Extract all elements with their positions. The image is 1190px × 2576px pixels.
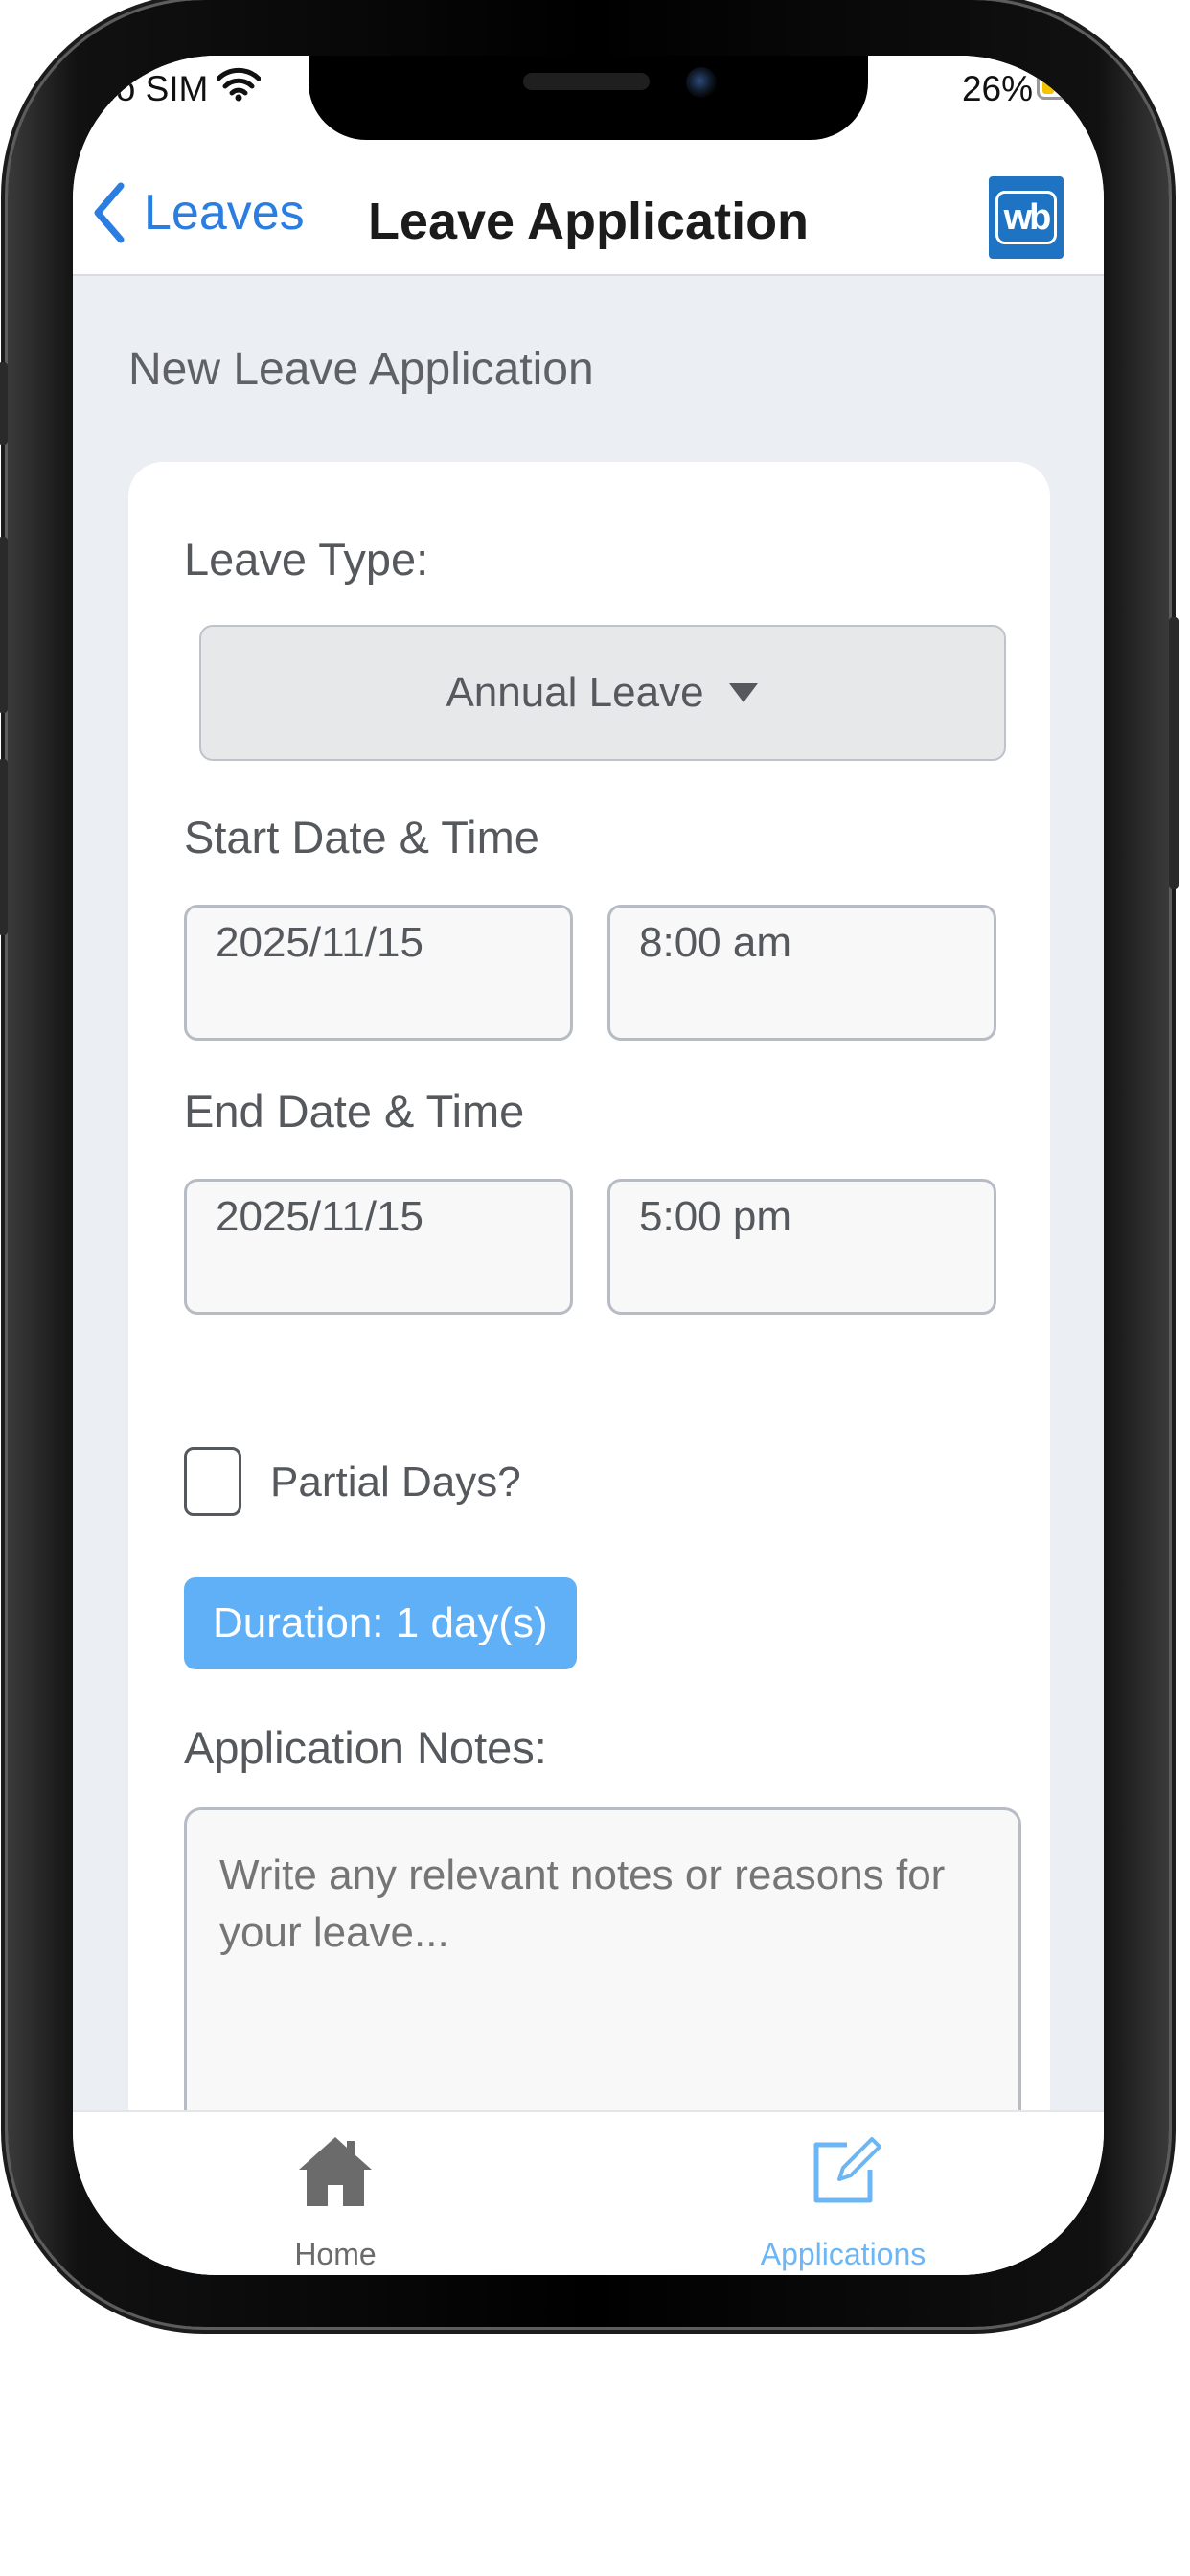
wifi-icon [217, 67, 261, 102]
phone-frame: No SIM 26% Leaves Leave Application wb N… [0, 0, 1179, 2327]
start-date-time-label: Start Date & Time [184, 812, 539, 862]
section-title: New Leave Application [128, 344, 594, 395]
leave-type-value: Annual Leave [446, 669, 704, 716]
tab-home[interactable]: Home [192, 2112, 479, 2275]
partial-days-label: Partial Days? [270, 1459, 521, 1506]
tab-applications-label: Applications [760, 2237, 927, 2271]
tab-applications[interactable]: Applications [699, 2112, 987, 2275]
volume-up-button [0, 537, 8, 713]
tab-bar: Home Applications [73, 2110, 1104, 2275]
house-icon [299, 2137, 372, 2206]
application-notes-label: Application Notes: [184, 1722, 547, 1773]
power-button [1169, 617, 1179, 889]
battery-percent: 26% [961, 69, 1033, 108]
caret-down-icon [728, 683, 758, 702]
volume-down-button [0, 759, 8, 935]
end-date-input[interactable]: 2025/11/15 [184, 1179, 573, 1315]
end-date-time-label: End Date & Time [184, 1086, 525, 1137]
battery-icon [1037, 69, 1094, 100]
leave-type-label: Leave Type: [184, 534, 429, 585]
notch [309, 56, 868, 140]
application-notes-input[interactable] [184, 1807, 1021, 2149]
edit-square-icon [813, 2137, 881, 2203]
navigation-bar: Leaves Leave Application wb [73, 155, 1104, 276]
company-logo[interactable]: wb [989, 176, 1064, 259]
tab-home-label: Home [294, 2237, 377, 2271]
carrier-text: No SIM [90, 69, 209, 108]
end-time-input[interactable]: 5:00 pm [607, 1179, 996, 1315]
duration-badge: Duration: 1 day(s) [184, 1577, 577, 1669]
battery-level [1042, 75, 1054, 94]
leave-type-select[interactable]: Annual Leave [199, 625, 1006, 761]
front-camera [686, 67, 717, 98]
logo-text: wb [995, 191, 1057, 244]
phone-screen: No SIM 26% Leaves Leave Application wb N… [73, 56, 1104, 2275]
start-date-input[interactable]: 2025/11/15 [184, 905, 573, 1041]
leave-form-card: Leave Type: Annual Leave Start Date & Ti… [128, 462, 1050, 2275]
page-title: Leave Application [367, 193, 810, 250]
mute-switch [0, 362, 8, 445]
partial-days-checkbox[interactable] [184, 1447, 241, 1516]
start-time-input[interactable]: 8:00 am [607, 905, 996, 1041]
speaker [523, 73, 650, 90]
